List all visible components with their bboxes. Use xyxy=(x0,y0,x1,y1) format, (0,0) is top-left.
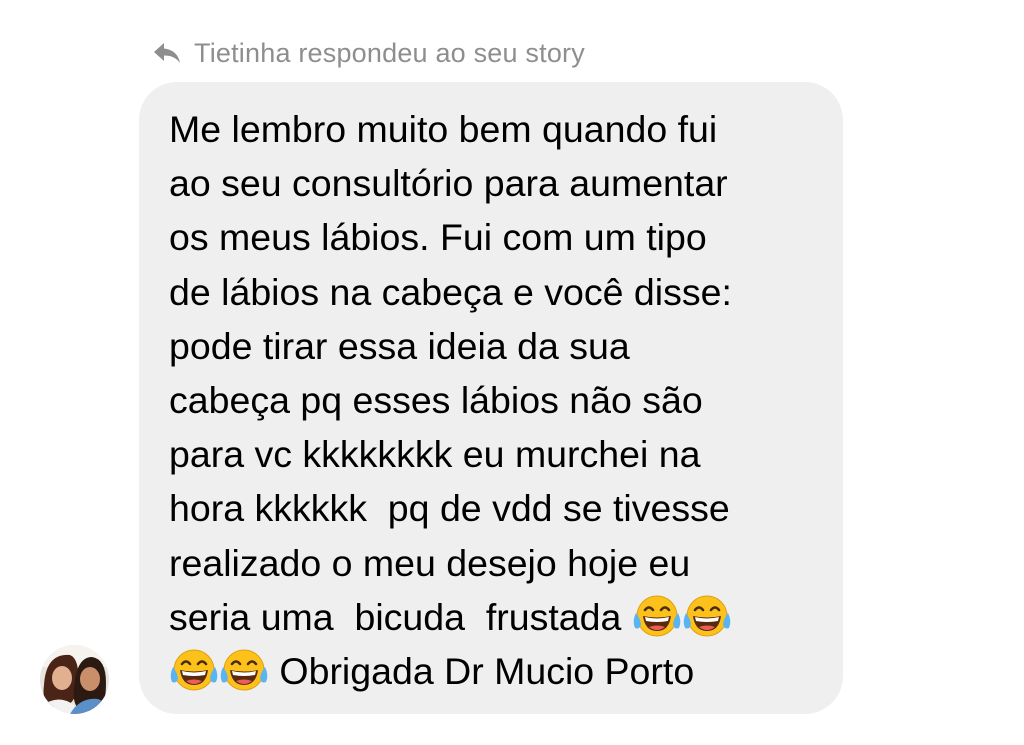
laughing-tears-emoji-icon xyxy=(219,648,269,692)
laughing-tears-emoji-icon xyxy=(169,648,219,692)
reply-arrow-icon xyxy=(152,41,182,65)
message-line: de lábios na cabeça e você disse: xyxy=(169,270,732,313)
dm-conversation-screen: Tietinha respondeu ao seu story Me lembr… xyxy=(0,0,1024,745)
message-line: seria uma bicuda frustada xyxy=(169,595,622,638)
laughing-tears-emoji-icon xyxy=(682,594,732,638)
story-reply-header: Tietinha respondeu ao seu story xyxy=(152,34,585,72)
message-bubble[interactable]: Me lembro muito bem quando fui ao seu co… xyxy=(139,82,843,714)
message-line: Me lembro muito bem quando fui xyxy=(169,108,718,150)
story-reply-text: Tietinha respondeu ao seu story xyxy=(194,37,585,68)
message-line: Obrigada Dr Mucio Porto xyxy=(279,650,695,693)
message-line: ao seu consultório para aumentar xyxy=(169,162,728,205)
message-line: pode tirar essa ideia da sua xyxy=(169,324,630,367)
message-text: Me lembro muito bem quando fui ao seu co… xyxy=(169,102,823,698)
laughing-tears-emoji-icon xyxy=(632,594,682,638)
message-line: os meus lábios. Fui com um tipo xyxy=(169,216,707,259)
message-line: para vc kkkkkkkk eu murchei na xyxy=(169,433,701,476)
message-line: cabeça pq esses lábios não são xyxy=(169,379,703,422)
sender-avatar[interactable] xyxy=(40,645,109,714)
message-line: realizado o meu desejo hoje eu xyxy=(169,541,691,584)
message-line: hora kkkkkk pq de vdd se tivesse xyxy=(169,487,730,530)
